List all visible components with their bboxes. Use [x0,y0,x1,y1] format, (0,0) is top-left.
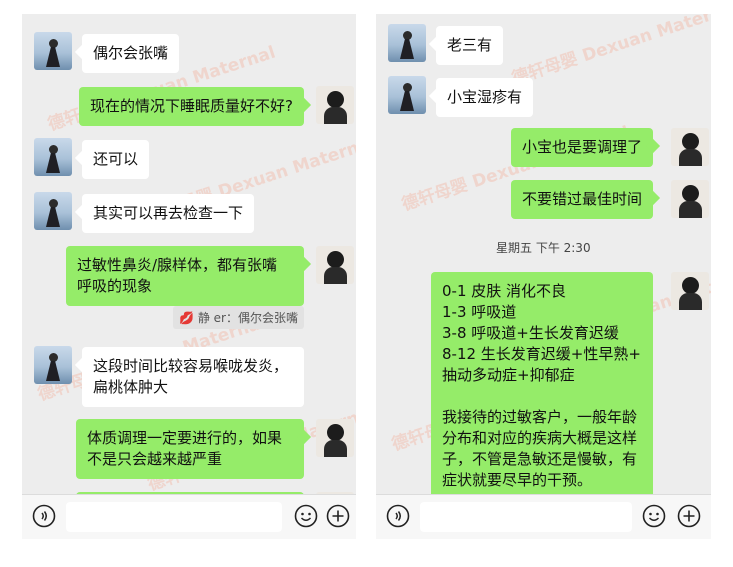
message-input[interactable] [420,502,632,532]
sent-message[interactable]: 小宝也是要调理了 [510,128,653,167]
message-input[interactable] [66,502,282,532]
received-message[interactable]: 偶尔会张嘴 [82,34,180,73]
received-message[interactable]: 还可以 [82,140,150,179]
timestamp: 星期五 下午 2:30 [496,241,591,255]
contact-avatar[interactable] [34,192,72,230]
my-avatar[interactable] [316,86,354,124]
my-avatar[interactable] [671,272,709,310]
sent-message[interactable]: 不要错过最佳时间 [510,180,653,219]
sent-message[interactable]: 现在的情况下睡眠质量好不好? [79,87,304,126]
contact-avatar[interactable] [388,24,426,62]
voice-icon[interactable] [386,504,410,528]
lips-icon: 💋 [179,311,195,325]
right-chat-panel: 德轩母婴 Dexuan Maternal 德轩母婴 Dexuan Materna… [376,14,711,539]
contact-avatar[interactable] [388,76,426,114]
received-message[interactable]: 小宝湿疹有 [436,78,534,117]
emoji-icon[interactable] [642,504,666,528]
left-chat-panel: 德轩母婴 Dexuan Maternal 德轩母婴 Dexuan Materna… [22,14,356,539]
received-message[interactable]: 这段时间比较容易喉咙发炎， 扁桃体肿大 [82,347,304,407]
my-avatar[interactable] [316,419,354,457]
plus-icon[interactable] [677,504,701,528]
sent-message-long[interactable]: 0-1 皮肤 消化不良 1-3 呼吸道 3-8 呼吸道+生长发育迟缓 8-12 … [431,272,653,512]
sent-message[interactable]: 过敏性鼻炎/腺样体，都有张嘴 呼吸的现象 [66,246,304,306]
received-message[interactable]: 其实可以再去检查一下 [82,194,255,233]
quote-text: 静 er：偶尔会张嘴 [197,311,298,325]
watermark: 德轩母婴 Dexuan Maternal [509,14,711,90]
sent-message[interactable]: 体质调理一定要进行的，如果 不是只会越来越严重 [76,419,304,479]
input-bar [22,494,356,539]
my-avatar[interactable] [671,128,709,166]
emoji-icon[interactable] [294,504,318,528]
quoted-message[interactable]: 💋 静 er：偶尔会张嘴 [173,306,304,329]
my-avatar[interactable] [316,246,354,284]
my-avatar[interactable] [671,180,709,218]
contact-avatar[interactable] [34,32,72,70]
received-message[interactable]: 老三有 [436,26,504,65]
voice-icon[interactable] [32,504,56,528]
contact-avatar[interactable] [34,346,72,384]
plus-icon[interactable] [326,504,350,528]
contact-avatar[interactable] [34,138,72,176]
input-bar [376,494,711,539]
